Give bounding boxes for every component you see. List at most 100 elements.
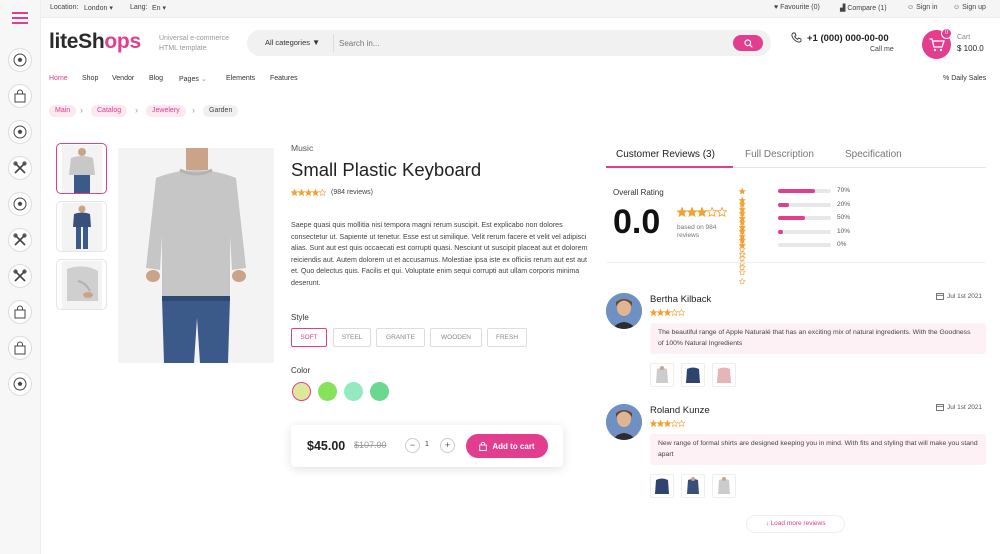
star-empty-icon xyxy=(678,309,685,316)
menu-icon[interactable] xyxy=(12,12,28,24)
shopping-bag-icon[interactable] xyxy=(8,300,32,324)
cart-icon xyxy=(929,37,945,51)
style-option-fresh[interactable]: FRESH xyxy=(487,328,527,347)
rating-bar-fill xyxy=(778,202,789,207)
style-option-wooden[interactable]: WOODEN xyxy=(430,328,482,347)
nav-home[interactable]: Home xyxy=(49,75,68,82)
product-thumbnail[interactable] xyxy=(56,259,107,310)
quantity-decrease-button[interactable]: − xyxy=(405,438,420,453)
review-photo[interactable] xyxy=(712,363,736,387)
review-date: Jul 1st 2021 xyxy=(947,404,983,411)
quantity-increase-button[interactable]: + xyxy=(440,438,455,453)
nav-blog[interactable]: Blog xyxy=(149,75,163,82)
product-main-image[interactable] xyxy=(118,148,274,363)
add-to-cart-button[interactable]: Add to cart xyxy=(466,434,548,458)
style-option-steel[interactable]: STEEL xyxy=(333,328,371,347)
lang-label: Lang: xyxy=(130,4,148,11)
shopping-bag-icon[interactable] xyxy=(8,84,32,108)
breadcrumb-main[interactable]: Main xyxy=(49,105,77,117)
tab-full-description[interactable]: Full Description xyxy=(745,149,814,160)
daily-sales-link[interactable]: % Daily Sales xyxy=(943,75,986,82)
cart-label: Cart xyxy=(957,34,971,41)
phone-icon xyxy=(791,32,802,43)
nav-features[interactable]: Features xyxy=(270,75,298,82)
color-swatch[interactable] xyxy=(292,382,311,401)
review-photo[interactable] xyxy=(681,474,705,498)
percent-icon: % xyxy=(943,75,950,82)
review-photo[interactable] xyxy=(650,363,674,387)
calendar-icon xyxy=(936,403,944,411)
lang-value: En xyxy=(152,5,161,12)
star-filled-icon xyxy=(739,228,746,235)
rating-bar-track xyxy=(778,189,831,193)
heart-icon: ♥ xyxy=(774,4,779,11)
review-photo[interactable] xyxy=(650,474,674,498)
product-thumbnail[interactable] xyxy=(56,143,107,194)
product-category[interactable]: Music xyxy=(291,143,313,153)
search-input[interactable] xyxy=(339,34,729,52)
style-option-granite[interactable]: GRANITE xyxy=(376,328,425,347)
nav-vendor[interactable]: Vendor xyxy=(112,75,134,82)
color-swatch[interactable] xyxy=(370,382,389,401)
product-thumbnail[interactable] xyxy=(56,201,107,252)
star-filled-icon xyxy=(291,189,298,196)
logo[interactable]: liteShops xyxy=(49,30,141,54)
nav-pages[interactable]: Pages ⌄ xyxy=(179,75,207,83)
logo-cart-glyph: o xyxy=(104,30,117,53)
soccer-ball-icon[interactable] xyxy=(8,120,32,144)
review-photo[interactable] xyxy=(681,363,705,387)
shopping-bag-icon[interactable] xyxy=(8,336,32,360)
lang-select[interactable]: En ▾ xyxy=(152,4,166,12)
review-photo[interactable] xyxy=(712,474,736,498)
daily-sales-label: Daily Sales xyxy=(951,75,987,82)
star-empty-icon xyxy=(739,250,746,257)
favourite-link[interactable]: ♥ Favourite (0) xyxy=(774,4,820,11)
tab-customer-reviews[interactable]: Customer Reviews (3) xyxy=(616,149,715,160)
color-swatch[interactable] xyxy=(344,382,363,401)
product-review-count[interactable]: (984 reviews) xyxy=(331,189,373,196)
divider xyxy=(333,34,334,52)
soccer-ball-icon[interactable] xyxy=(8,192,32,216)
rating-bar-track xyxy=(778,243,831,247)
sign-in-link[interactable]: ☺ Sign in xyxy=(907,4,938,11)
rating-bar-fill xyxy=(778,216,805,220)
color-swatch[interactable] xyxy=(318,382,337,401)
tab-specification[interactable]: Specification xyxy=(845,149,902,160)
phone-number[interactable]: +1 (000) 000-00-00 xyxy=(807,33,889,44)
location-select[interactable]: London ▾ xyxy=(84,4,113,12)
star-empty-icon xyxy=(671,420,678,427)
sign-in-label: Sign in xyxy=(916,4,938,11)
category-select[interactable]: All categories ▼ xyxy=(265,38,320,47)
review-text: New range of formal shirts are designed … xyxy=(650,434,986,465)
color-label: Color xyxy=(291,366,311,375)
breadcrumb-catalog[interactable]: Catalog xyxy=(91,105,128,117)
logo-text-dark: liteSh xyxy=(49,30,105,53)
quantity-value[interactable]: 1 xyxy=(425,441,429,448)
star-filled-icon xyxy=(739,241,746,248)
chevron-right-icon: › xyxy=(135,105,138,115)
breadcrumb-jewelery[interactable]: Jewelery xyxy=(146,105,186,117)
load-more-reviews-button[interactable]: ↓ Load more reviews xyxy=(746,515,845,533)
soccer-ball-icon[interactable] xyxy=(8,48,32,72)
compare-link[interactable]: ▟ Compare (1) xyxy=(840,4,887,12)
user-icon: ☺ xyxy=(907,4,915,11)
soccer-ball-icon[interactable] xyxy=(8,372,32,396)
review-text: The beautiful range of Apple Naturalé th… xyxy=(650,323,986,354)
caret-down-icon: ▾ xyxy=(162,5,167,12)
nav-elements[interactable]: Elements xyxy=(226,75,255,82)
style-option-soft[interactable]: SOFT xyxy=(291,328,327,347)
nav-shop[interactable]: Shop xyxy=(82,75,98,82)
chevron-right-icon: › xyxy=(192,105,195,115)
call-me-link[interactable]: Call me xyxy=(870,46,894,53)
sign-up-link[interactable]: ☺ Sign up xyxy=(953,4,986,11)
search-button[interactable] xyxy=(733,35,763,51)
rating-bar-percent: 50% xyxy=(837,214,851,221)
tools-icon[interactable] xyxy=(8,228,32,252)
caret-down-icon: ▼ xyxy=(312,38,321,47)
tools-icon[interactable] xyxy=(8,264,32,288)
tools-icon[interactable] xyxy=(8,156,32,180)
star-filled-icon xyxy=(650,309,657,316)
cart-total: $ 100.0 xyxy=(957,44,984,53)
compare-label: Compare (1) xyxy=(847,5,887,12)
product-description: Saepe quasi quis mollitia nisi tempora m… xyxy=(291,221,588,287)
